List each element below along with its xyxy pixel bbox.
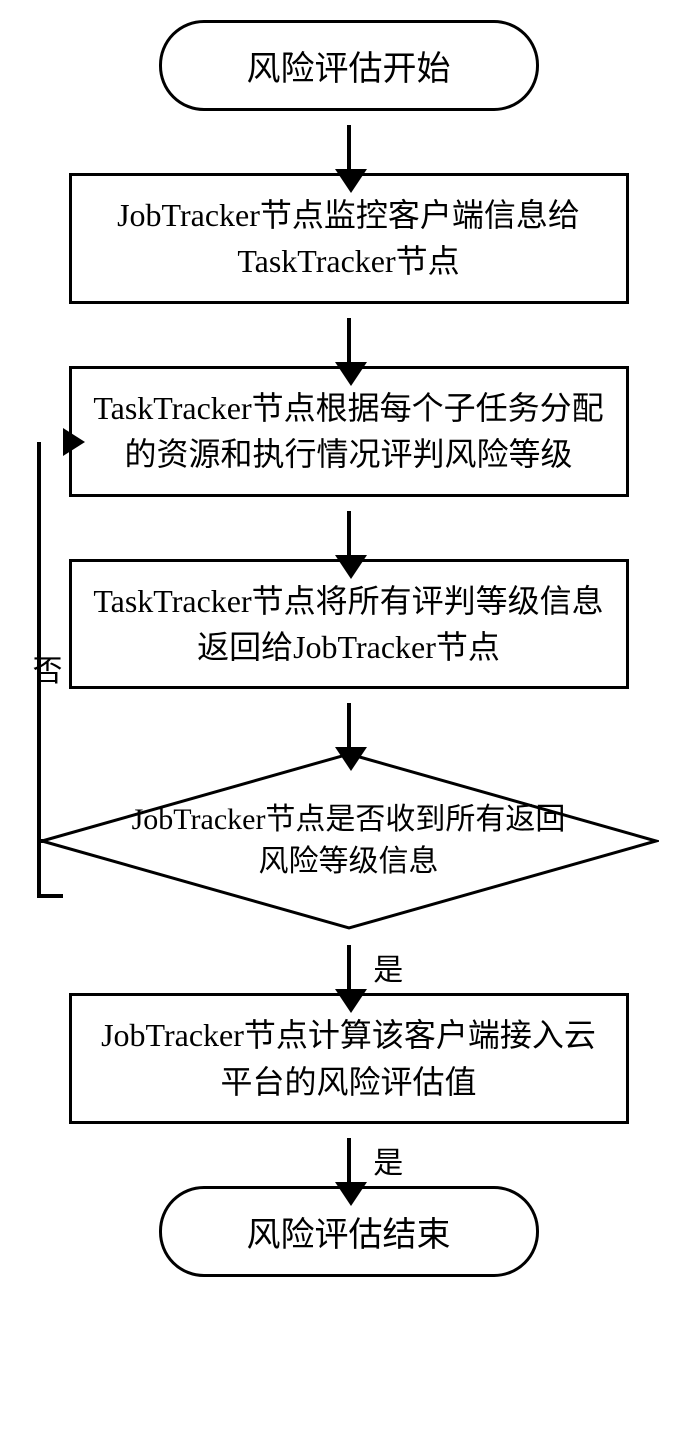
arrow bbox=[39, 304, 659, 366]
process-tasktracker-evaluate: TaskTracker节点根据每个子任务分配的资源和执行情况评判风险等级 bbox=[69, 366, 629, 497]
edge-label-no: 否 bbox=[33, 646, 63, 690]
decision-received-all: JobTracker节点是否收到所有返回风险等级信息 bbox=[39, 751, 659, 931]
decision-text: JobTracker节点是否收到所有返回风险等级信息 bbox=[39, 751, 659, 931]
arrow-yes-2: 是 bbox=[39, 1124, 659, 1186]
arrow bbox=[39, 497, 659, 559]
loop-region: 否 TaskTracker节点根据每个子任务分配的资源和执行情况评判风险等级 T… bbox=[39, 366, 659, 932]
arrow bbox=[39, 689, 659, 751]
edge-label-yes: 是 bbox=[373, 1138, 403, 1182]
start-node: 风险评估开始 bbox=[159, 20, 539, 111]
arrow-yes-1: 是 bbox=[39, 931, 659, 993]
arrow bbox=[39, 111, 659, 173]
flowchart: 风险评估开始 JobTracker节点监控客户端信息给TaskTracker节点… bbox=[39, 20, 659, 1277]
edge-label-yes: 是 bbox=[373, 945, 403, 989]
